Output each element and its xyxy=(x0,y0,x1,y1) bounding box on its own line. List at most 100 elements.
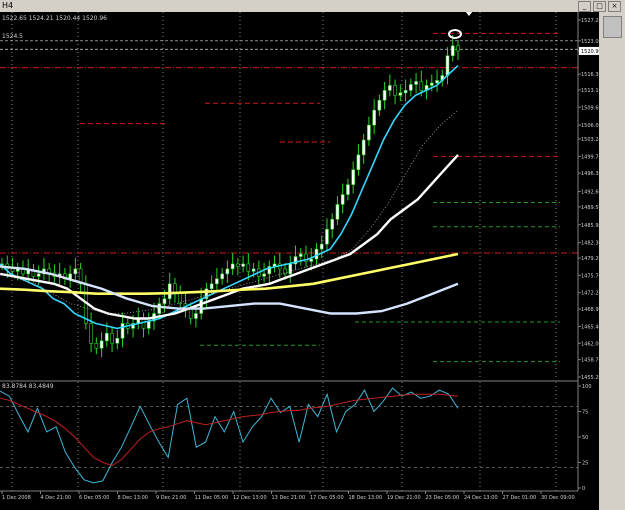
candle-body xyxy=(94,342,99,349)
window-controls: _ □ × xyxy=(578,1,621,12)
oscillator-readout: 83.8784 83.4849 xyxy=(2,383,54,390)
candle-body xyxy=(162,298,167,304)
candle-body xyxy=(10,268,15,272)
price-tick-label: 1499.70 xyxy=(581,154,599,160)
candle-body xyxy=(346,184,350,195)
candle-body xyxy=(309,258,314,262)
price-tick-label: 1485.90 xyxy=(581,223,599,229)
price-tick-label: 1503.20 xyxy=(581,137,599,143)
price-tick-label: 1516.30 xyxy=(581,72,599,78)
price-tick-label: 1479.20 xyxy=(581,256,599,262)
candle-body xyxy=(445,55,450,76)
candle-body xyxy=(215,278,219,285)
candle-body xyxy=(73,268,78,275)
candle-body xyxy=(377,100,382,111)
time-tick-label: 19 Dec 21:00 xyxy=(387,495,421,501)
price-tick-label: 1489.50 xyxy=(581,205,599,211)
time-tick-label: 12 Dec 13:00 xyxy=(233,495,267,501)
candle-body xyxy=(330,219,335,230)
candle-body xyxy=(429,82,434,86)
candle-body xyxy=(209,283,214,290)
price-tick-label: 1492.60 xyxy=(581,190,599,196)
candle-body xyxy=(199,298,203,314)
candle-body xyxy=(403,90,408,94)
candle-body xyxy=(120,323,125,339)
candle-body xyxy=(361,139,366,156)
time-tick-label: 6 Dec 05:00 xyxy=(79,495,109,501)
candle-body xyxy=(288,263,293,275)
price-tick-label: 1468.90 xyxy=(581,307,599,313)
right-panel xyxy=(599,12,625,510)
candle-body xyxy=(262,273,266,277)
osc-tick-label: 75 xyxy=(582,410,588,416)
candle-body xyxy=(325,228,329,245)
candle-body xyxy=(435,80,439,84)
candle-body xyxy=(105,333,109,342)
candle-body xyxy=(115,338,120,344)
price-chart[interactable]: 1527.20 1523.00 1520.96 1516.30 1513.10 1509.… xyxy=(0,12,599,510)
candle-body xyxy=(356,154,361,171)
candle-body xyxy=(188,308,193,319)
candle-body xyxy=(167,283,172,299)
time-tick-label: 18 Dec 13:00 xyxy=(349,495,383,501)
price-tick-label: 1472.20 xyxy=(581,291,599,297)
price-tick-label: 1527.20 xyxy=(581,18,599,24)
scroll-thumb[interactable] xyxy=(603,16,622,38)
candle-body xyxy=(456,45,460,52)
time-tick-label: 27 Dec 01:00 xyxy=(503,495,537,501)
candle-body xyxy=(220,273,224,280)
price-tick-label: 1513.10 xyxy=(581,88,599,94)
price-tick-label: 1455.20 xyxy=(581,375,599,381)
candle-body xyxy=(230,263,235,270)
price-tick-label: 1509.60 xyxy=(581,105,599,111)
time-tick-label: 13 Dec 21:00 xyxy=(272,495,306,501)
candle-body xyxy=(194,313,198,319)
candle-body xyxy=(335,204,340,220)
time-tick-label: 9 Dec 21:00 xyxy=(156,495,186,501)
candle-body xyxy=(251,268,256,272)
price-tick-label: 1465.40 xyxy=(581,324,599,330)
osc-tick-label: 100 xyxy=(582,384,592,390)
osc-tick-label: 0 xyxy=(582,486,585,492)
close-button[interactable]: × xyxy=(608,1,621,12)
osc-tick-label: 50 xyxy=(582,435,588,441)
candle-body xyxy=(89,323,93,344)
candle-body xyxy=(351,169,355,185)
candle-body xyxy=(450,45,455,56)
osc-tick-label: 25 xyxy=(582,461,588,467)
time-tick-label: 17 Dec 05:00 xyxy=(310,495,344,501)
candle-body xyxy=(398,92,403,96)
time-tick-label: 8 Dec 13:00 xyxy=(118,495,148,501)
maximize-button[interactable]: □ xyxy=(593,1,606,12)
candle-body xyxy=(372,109,376,126)
level-label: 1524.5 xyxy=(2,33,23,40)
window-title: H4 xyxy=(2,1,14,10)
candle-body xyxy=(225,268,230,275)
candle-body xyxy=(236,263,240,267)
candle-body xyxy=(388,85,392,91)
candle-body xyxy=(246,263,251,272)
price-tick-label: 1506.00 xyxy=(581,123,599,129)
ohlc-readout: 1522.65 1524.21 1520.44 1520.96 xyxy=(2,15,107,22)
time-tick-label: 24 Dec 13:00 xyxy=(464,495,498,501)
price-tick-label: 1458.70 xyxy=(581,358,599,364)
candle-body xyxy=(99,340,104,349)
time-tick-label: 11 Dec 05:00 xyxy=(195,495,229,501)
price-tick-label: 1523.00 xyxy=(581,39,599,45)
price-tick-label: 1475.70 xyxy=(581,273,599,279)
chart-window: H4 _ □ × 1527.20 1523.00 1520.96 1516.30 151… xyxy=(0,0,625,510)
candle-body xyxy=(393,85,397,96)
candle-body xyxy=(298,253,303,257)
minimize-button[interactable]: _ xyxy=(578,1,591,12)
candle-body xyxy=(157,303,162,314)
price-tick-label: 1496.30 xyxy=(581,171,599,177)
candle-body xyxy=(409,84,413,91)
price-tick-label: 1462.00 xyxy=(581,341,599,347)
candle-body xyxy=(419,81,424,91)
time-tick-label: 23 Dec 05:00 xyxy=(426,495,460,501)
candle-body xyxy=(241,263,245,267)
candle-body xyxy=(314,248,319,260)
candle-body xyxy=(382,90,387,101)
time-tick-label: 4 Dec 21:00 xyxy=(41,495,71,501)
candle-body xyxy=(340,194,345,205)
